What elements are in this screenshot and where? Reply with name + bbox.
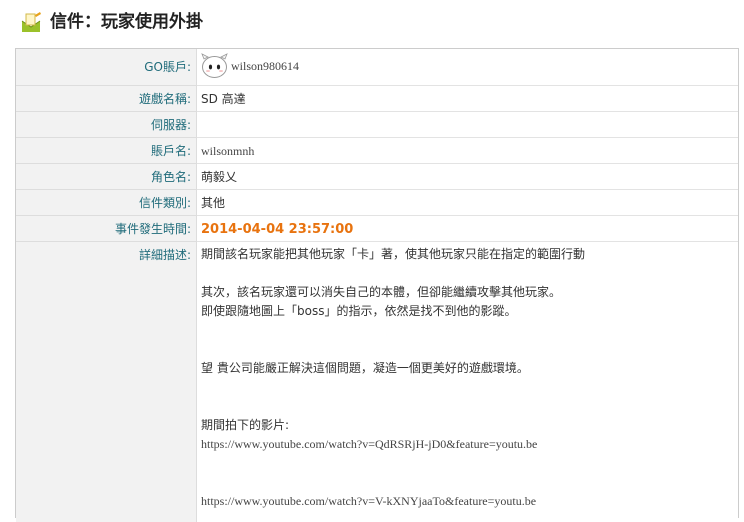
row-event-time: 事件發生時間: 2014-04-04 23:57:00 bbox=[16, 216, 738, 242]
row-account-name: 賬戶名: wilsonmnh bbox=[16, 138, 738, 164]
field-label: 信件類別: bbox=[16, 190, 197, 216]
row-go-account: GO賬戶: wilson980614 bbox=[16, 49, 738, 86]
game-name-value: SD 高達 bbox=[197, 86, 738, 112]
description-body: 期間該名玩家能把其他玩家「卡」著，使其他玩家只能在指定的範圍行動 其次，該名玩家… bbox=[197, 242, 738, 522]
field-label: 事件發生時間: bbox=[16, 216, 197, 242]
row-server: 伺服器: bbox=[16, 112, 738, 138]
description-line: 望 貴公司能嚴正解決這個問題，凝造一個更美好的遊戲環境。 bbox=[201, 361, 529, 375]
video-link[interactable]: https://www.youtube.com/watch?v=QdRSRjH-… bbox=[201, 435, 537, 454]
field-label: GO賬戶: bbox=[16, 49, 197, 86]
account-name-value: wilsonmnh bbox=[197, 138, 738, 164]
description-line: 其次，該名玩家還可以消失自己的本體，但卻能繼續攻擊其他玩家。 bbox=[201, 285, 562, 299]
event-time-field: 2014-04-04 23:57:00 bbox=[197, 216, 738, 242]
event-time-value: 2014-04-04 23:57:00 bbox=[201, 222, 354, 237]
field-label: 遊戲名稱: bbox=[16, 86, 197, 112]
field-label: 賬戶名: bbox=[16, 138, 197, 164]
mail-note-icon bbox=[21, 12, 41, 32]
character-name-value: 萌毅乂 bbox=[197, 164, 738, 190]
page-title: 信件：玩家使用外掛 bbox=[50, 12, 203, 32]
description-line: 期間該名玩家能把其他玩家「卡」著，使其他玩家只能在指定的範圍行動 bbox=[201, 247, 586, 261]
avatar bbox=[201, 53, 228, 78]
field-label: 角色名: bbox=[16, 164, 197, 190]
server-value bbox=[197, 112, 738, 138]
mail-detail-table: GO賬戶: wilson980614 遊戲名稱: SD 高達 伺服器: 賬戶名:… bbox=[15, 48, 739, 522]
row-game-name: 遊戲名稱: SD 高達 bbox=[16, 86, 738, 112]
mail-category-value: 其他 bbox=[197, 190, 738, 216]
video-link[interactable]: https://www.youtube.com/watch?v=V-kXNYja… bbox=[201, 492, 536, 511]
description-line: 即使跟隨地圖上「boss」的指示，依然是找不到他的影蹤。 bbox=[201, 304, 517, 318]
go-account-value: wilson980614 bbox=[231, 59, 300, 73]
page-header: 信件：玩家使用外掛 bbox=[0, 0, 744, 44]
row-description: 詳細描述: 期間該名玩家能把其他玩家「卡」著，使其他玩家只能在指定的範圍行動 其… bbox=[16, 242, 738, 522]
field-label: 伺服器: bbox=[16, 112, 197, 138]
row-mail-category: 信件類別: 其他 bbox=[16, 190, 738, 216]
row-character-name: 角色名: 萌毅乂 bbox=[16, 164, 738, 190]
field-value: wilson980614 bbox=[197, 49, 738, 86]
field-label: 詳細描述: bbox=[16, 242, 197, 522]
description-line: 期間拍下的影片: bbox=[201, 418, 290, 432]
